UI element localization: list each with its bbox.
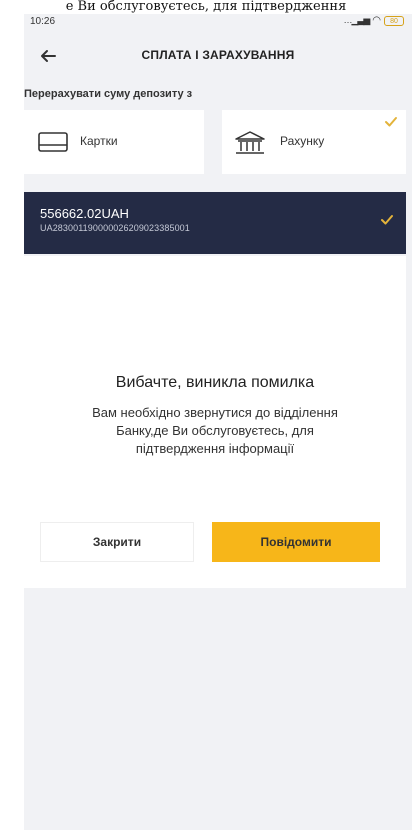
battery-icon: 80 <box>384 15 404 26</box>
notify-button[interactable]: Повідомити <box>212 522 380 562</box>
source-card-label: Картки <box>80 134 118 148</box>
status-time: 10:26 <box>30 16 56 27</box>
selected-account[interactable]: 556662.02UAH UA2830011900000262090233850… <box>24 192 406 254</box>
signal-icon: …▁▃▅ <box>343 15 371 25</box>
status-icons: …▁▃▅ ◠ 80 <box>343 15 404 26</box>
header: СПЛАТА І ЗАРАХУВАННЯ <box>24 36 412 76</box>
bank-icon <box>235 131 265 154</box>
overlay-caption: е Ви обслуговуєтесь, для підтвердження <box>0 0 412 14</box>
source-option-card[interactable]: Картки <box>24 110 204 174</box>
account-iban: UA283001190000026209023385001 <box>40 223 190 233</box>
wifi-icon: ◠ <box>372 15 381 26</box>
dialog-message: Вам необхідно звернутися до відділення Б… <box>92 405 338 456</box>
app-screen: 10:26 …▁▃▅ ◠ 80 СПЛАТА І ЗАРАХУВАННЯ Пер… <box>24 0 412 830</box>
source-option-account[interactable]: Рахунку <box>222 110 406 174</box>
status-bar: 10:26 …▁▃▅ ◠ 80 <box>24 12 412 32</box>
section-label: Перерахувати суму депозиту з <box>24 88 193 100</box>
dialog-title: Вибачте, виникла помилка <box>115 374 315 391</box>
close-button[interactable]: Закрити <box>40 522 194 562</box>
check-icon <box>381 215 393 225</box>
error-dialog: Вибачте, виникла помилка Вам необхідно з… <box>24 256 406 588</box>
check-icon <box>385 117 397 127</box>
source-account-label: Рахунку <box>280 134 325 148</box>
page-title: СПЛАТА І ЗАРАХУВАННЯ <box>141 48 295 62</box>
card-icon <box>38 132 68 152</box>
account-amount: 556662.02UAH <box>40 206 129 221</box>
